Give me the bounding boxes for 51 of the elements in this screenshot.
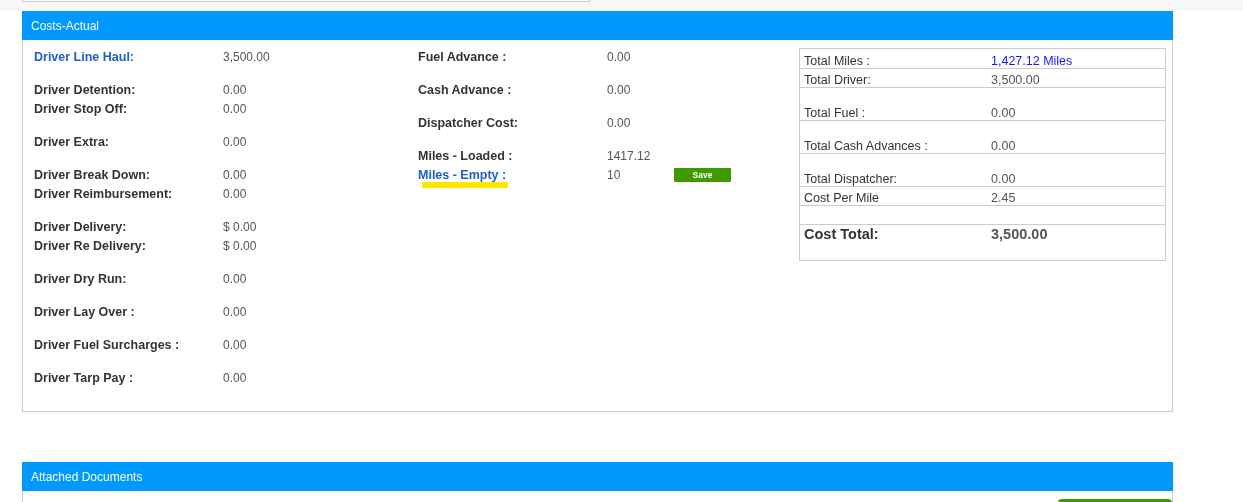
- panel-title: Attached Documents: [31, 469, 143, 484]
- total-value: 0.00: [991, 139, 1016, 153]
- field-label: Dispatcher Cost:: [418, 115, 520, 130]
- field-value: $ 0.00: [223, 238, 258, 253]
- save-button[interactable]: Save: [674, 167, 731, 182]
- field-value: 10: [607, 167, 622, 182]
- field-label: Fuel Advance :: [418, 49, 508, 64]
- total-label: Total Fuel :: [804, 106, 867, 120]
- panel-title: Costs-Actual: [31, 18, 100, 33]
- field-label: Miles - Loaded :: [418, 148, 514, 163]
- field-value: $ 0.00: [223, 219, 258, 234]
- field-label: Driver Fuel Surcharges :: [34, 337, 181, 352]
- field-value: 0.00: [223, 337, 248, 352]
- total-label: Cost Per Mile: [804, 191, 881, 205]
- field-value: 3,500.00: [223, 49, 271, 64]
- field-label: Cash Advance :: [418, 82, 513, 97]
- field-value: 0.00: [223, 134, 248, 149]
- total-value: 0.00: [991, 172, 1016, 186]
- total-label: Total Miles :: [804, 54, 871, 68]
- field-value: 0.00: [607, 82, 632, 97]
- field-label: Driver Stop Off:: [34, 101, 129, 116]
- total-value: 3,500.00: [991, 226, 1048, 242]
- field-value: 0.00: [223, 304, 248, 319]
- total-value: 3,500.00: [991, 73, 1040, 87]
- total-value: 0.00: [991, 106, 1016, 120]
- total-value[interactable]: 1,427.12 Miles: [991, 54, 1073, 68]
- field-label: Driver Detention:: [34, 82, 137, 97]
- field-value: 1417.12: [607, 148, 652, 163]
- field-label: Driver Dry Run:: [34, 271, 128, 286]
- field-label: Driver Delivery:: [34, 219, 128, 234]
- total-label: Total Dispatcher:: [804, 172, 899, 186]
- field-value: 0.00: [223, 167, 248, 182]
- field-value: 0.00: [223, 370, 248, 385]
- field-value: 0.00: [607, 49, 632, 64]
- total-label: Cost Total:: [804, 226, 880, 242]
- field-label: Driver Extra:: [34, 134, 111, 149]
- field-value: 0.00: [607, 115, 632, 130]
- field-link[interactable]: Miles - Empty :: [418, 167, 607, 182]
- field-label: Driver Tarp Pay :: [34, 370, 135, 385]
- field-label: Driver Break Down:: [34, 167, 151, 182]
- total-label: Total Cash Advances :: [804, 139, 929, 153]
- field-label: Driver Re Delivery:: [34, 238, 147, 253]
- field-label: Driver Lay Over :: [34, 304, 136, 319]
- field-value: 0.00: [223, 101, 248, 116]
- field-value: 0.00: [223, 186, 248, 201]
- total-label: Total Driver:: [804, 73, 872, 87]
- total-value: 2.45: [991, 191, 1016, 205]
- field-label: Driver Reimbursement:: [34, 186, 174, 201]
- field-link[interactable]: Driver Line Haul:: [34, 49, 223, 64]
- field-value: 0.00: [223, 271, 248, 286]
- field-value: 0.00: [223, 82, 248, 97]
